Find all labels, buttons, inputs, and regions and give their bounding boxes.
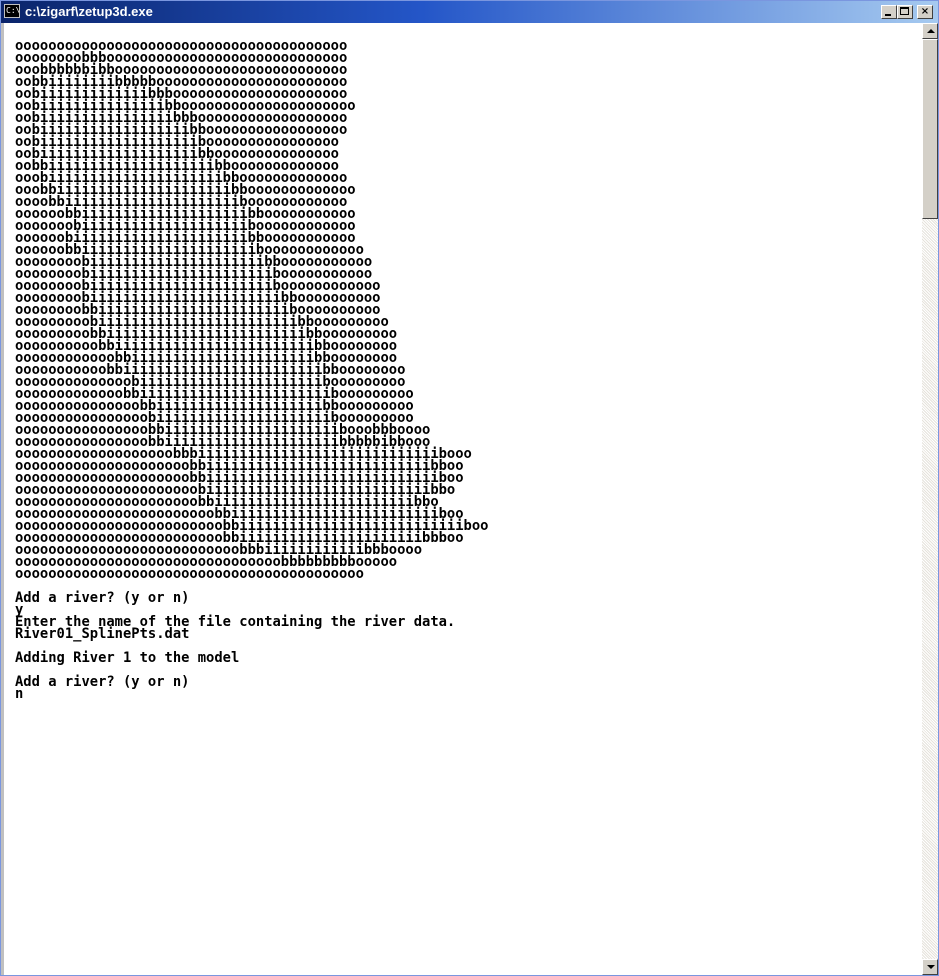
- close-button[interactable]: ×: [917, 5, 933, 19]
- console-line: oooooooooooooooooooooooooooooooooooooooo…: [15, 566, 364, 582]
- scrollbar-thumb[interactable]: [922, 39, 938, 219]
- scroll-up-arrow-icon: [927, 29, 935, 33]
- vertical-scrollbar[interactable]: [922, 23, 938, 975]
- window-title: c:\zigarf\zetup3d.exe: [25, 4, 153, 19]
- close-icon: ×: [920, 6, 930, 17]
- client-area: oooooooooooooooooooooooooooooooooooooooo…: [1, 23, 938, 975]
- scroll-up-button[interactable]: [922, 23, 938, 39]
- console-output-text: oooooooooooooooooooooooooooooooooooooooo…: [15, 39, 488, 702]
- maximize-icon: [900, 7, 909, 15]
- scroll-down-button[interactable]: [922, 959, 938, 975]
- minimize-icon: [885, 14, 891, 16]
- console-output-area[interactable]: oooooooooooooooooooooooooooooooooooooooo…: [1, 23, 922, 975]
- console-window: C:\ c:\zigarf\zetup3d.exe × oooooooooooo…: [0, 0, 939, 976]
- title-bar[interactable]: C:\ c:\zigarf\zetup3d.exe ×: [1, 1, 938, 23]
- console-icon[interactable]: C:\: [4, 4, 20, 18]
- console-line: River01_SplinePts.dat: [15, 626, 190, 642]
- console-line: Add a river? (y or n): [15, 590, 190, 606]
- console-line: n: [15, 686, 24, 702]
- console-line: Add a river? (y or n): [15, 674, 190, 690]
- scroll-down-arrow-icon: [927, 965, 935, 969]
- minimize-button[interactable]: [881, 5, 897, 19]
- maximize-button[interactable]: [897, 5, 913, 19]
- console-line: Adding River 1 to the model: [15, 650, 240, 666]
